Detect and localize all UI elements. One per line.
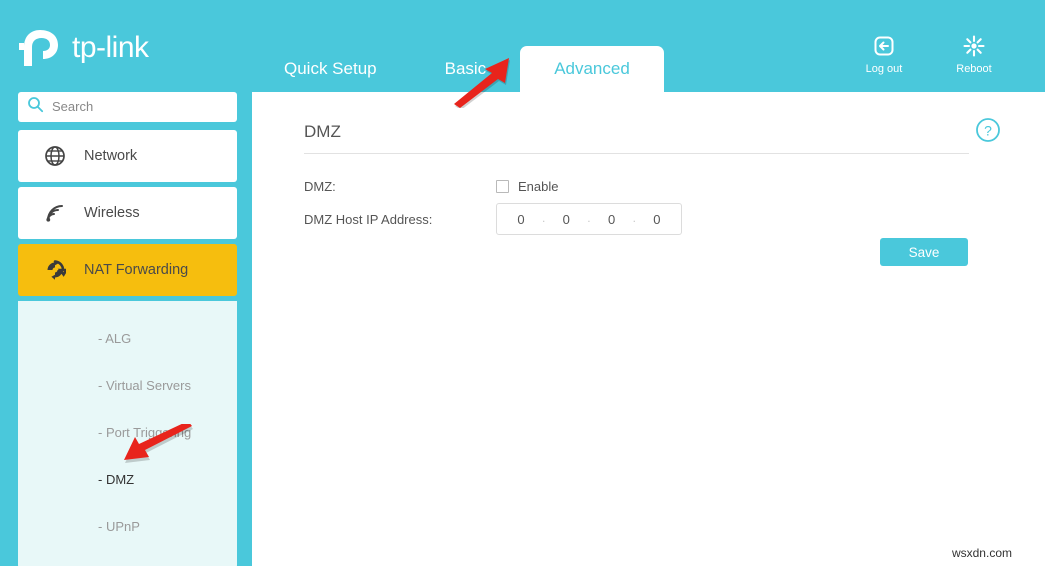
- ip-octet-1[interactable]: [505, 211, 536, 227]
- tab-quick-setup[interactable]: Quick Setup: [250, 46, 411, 92]
- sidebar-submenu: - ALG - Virtual Servers - Port Triggerin…: [18, 301, 237, 566]
- brand-name: tp-link: [72, 31, 149, 64]
- sidebar-item-label: Network: [84, 148, 138, 164]
- top-header: tp-link Quick Setup Basic Advanced Log o…: [0, 0, 1045, 92]
- wifi-icon: [42, 200, 68, 226]
- sidebar-item-label: NAT Forwarding: [84, 262, 189, 278]
- tab-advanced[interactable]: Advanced: [520, 46, 664, 92]
- search-input[interactable]: [52, 99, 237, 114]
- help-question-icon[interactable]: ?: [975, 117, 1001, 148]
- reboot-label: Reboot: [956, 63, 992, 75]
- sidebar-menu: Network Wireless NAT Forwarding - ALG - …: [18, 130, 237, 566]
- logout-icon: [855, 33, 913, 59]
- page-title: DMZ: [304, 122, 341, 141]
- ip-separator: .: [587, 210, 591, 225]
- tp-link-logo-icon: [18, 24, 66, 72]
- dmz-host-ip-input[interactable]: . . .: [496, 203, 682, 235]
- submenu-item-upnp[interactable]: - UPnP: [18, 503, 237, 550]
- submenu-item-port-triggering[interactable]: - Port Triggering: [18, 409, 237, 456]
- reboot-button[interactable]: Reboot: [945, 33, 1003, 75]
- ip-separator: .: [632, 210, 636, 225]
- sidebar: Network Wireless: [0, 91, 250, 566]
- dmz-enable-row: DMZ: Enable: [304, 173, 558, 199]
- submenu-item-virtual-servers[interactable]: - Virtual Servers: [18, 362, 237, 409]
- dmz-enable-label[interactable]: Enable: [518, 179, 558, 194]
- ip-octet-2[interactable]: [551, 211, 582, 227]
- search-box[interactable]: [18, 91, 237, 122]
- watermark: wsxdn.com: [951, 546, 1012, 560]
- nat-forwarding-icon: [42, 257, 68, 283]
- content-panel: DMZ ? DMZ: Enable DMZ Host IP Address: .…: [252, 92, 1045, 566]
- dmz-enable-checkbox[interactable]: [496, 179, 509, 193]
- brand-logo: tp-link: [18, 24, 149, 72]
- header-actions: Log out Reboot: [855, 33, 1003, 75]
- ip-separator: .: [541, 210, 546, 225]
- dmz-host-ip-row: DMZ Host IP Address: . . .: [304, 203, 682, 235]
- save-button[interactable]: Save: [880, 238, 968, 266]
- sidebar-item-network[interactable]: Network: [18, 130, 237, 182]
- sidebar-item-wireless[interactable]: Wireless: [18, 187, 237, 239]
- title-divider: [304, 153, 969, 154]
- globe-icon: [42, 143, 68, 169]
- ip-octet-4[interactable]: [641, 211, 672, 227]
- sidebar-item-label: Wireless: [84, 205, 140, 221]
- primary-tabs: Quick Setup Basic Advanced: [250, 46, 664, 92]
- dmz-label: DMZ:: [304, 178, 336, 194]
- logout-button[interactable]: Log out: [855, 33, 913, 75]
- logout-label: Log out: [865, 63, 903, 75]
- reboot-icon: [945, 33, 1003, 59]
- submenu-item-dmz[interactable]: - DMZ: [18, 456, 237, 503]
- svg-text:?: ?: [984, 122, 992, 138]
- search-icon: [27, 96, 44, 118]
- dmz-host-ip-label: DMZ Host IP Address:: [304, 211, 433, 227]
- sidebar-item-nat-forwarding[interactable]: NAT Forwarding: [18, 244, 237, 296]
- submenu-item-alg[interactable]: - ALG: [18, 315, 237, 362]
- tab-basic[interactable]: Basic: [411, 46, 521, 92]
- ip-octet-3[interactable]: [596, 211, 627, 227]
